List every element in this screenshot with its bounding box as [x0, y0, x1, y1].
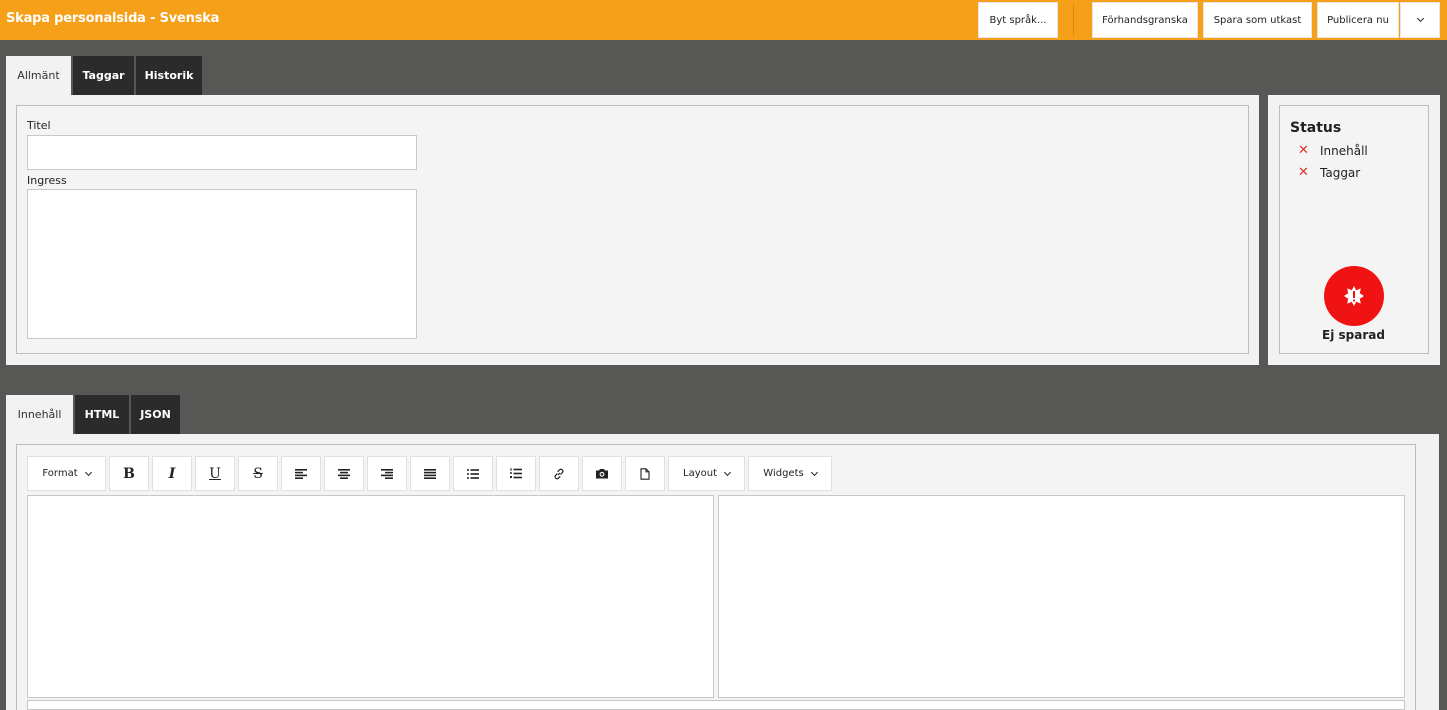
status-item-label: Taggar [1320, 165, 1361, 180]
align-left-icon [295, 468, 307, 479]
ingress-textarea[interactable] [27, 189, 417, 339]
status-heading: Status [1290, 120, 1342, 136]
bullet-list-button[interactable] [453, 456, 493, 491]
layout-label: Layout [683, 468, 717, 479]
numbered-list-button[interactable] [496, 456, 536, 491]
status-box: Status ✕ Innehåll ✕ Taggar Ej sparad [1279, 105, 1429, 354]
save-draft-button[interactable]: Spara som utkast [1203, 2, 1312, 38]
page-title: Skapa personalsida - Svenska [6, 11, 220, 26]
chevron-down-icon [84, 468, 92, 476]
numbered-list-icon [510, 468, 522, 479]
underline-button[interactable]: U [195, 456, 235, 491]
unsaved-label: Ej sparad [1322, 328, 1385, 342]
tab-taggar[interactable]: Taggar [73, 56, 134, 95]
ingress-label: Ingress [27, 174, 67, 187]
publish-options-button[interactable] [1400, 2, 1440, 38]
format-label: Format [42, 468, 78, 479]
align-left-button[interactable] [281, 456, 321, 491]
insert-file-button[interactable] [625, 456, 665, 491]
align-center-icon [338, 468, 350, 479]
status-item-innehall: ✕ Innehåll [1298, 143, 1368, 158]
status-item-label: Innehåll [1320, 143, 1368, 158]
align-justify-icon [424, 468, 436, 479]
align-right-icon [381, 468, 393, 479]
editor-column-left[interactable] [27, 495, 714, 698]
top-bar: Skapa personalsida - Svenska Byt språk..… [0, 0, 1447, 40]
link-icon [554, 468, 564, 479]
bold-button[interactable]: B [109, 456, 149, 491]
general-panel: Titel Ingress [6, 95, 1259, 365]
general-form: Titel Ingress [16, 105, 1249, 354]
file-icon [640, 467, 650, 480]
x-icon: ✕ [1298, 165, 1309, 180]
publish-now-button[interactable]: Publicera nu [1317, 2, 1399, 38]
toolbar-divider [1073, 4, 1074, 36]
layout-dropdown[interactable]: Layout [668, 456, 745, 491]
link-button[interactable] [539, 456, 579, 491]
insert-image-button[interactable] [582, 456, 622, 491]
italic-button[interactable]: I [152, 456, 192, 491]
preview-button[interactable]: Förhandsgranska [1092, 2, 1198, 38]
justify-button[interactable] [410, 456, 450, 491]
widgets-label: Widgets [763, 468, 804, 479]
status-item-taggar: ✕ Taggar [1298, 165, 1360, 180]
align-center-button[interactable] [324, 456, 364, 491]
tab-html[interactable]: HTML [75, 395, 129, 434]
title-label: Titel [27, 119, 51, 132]
tab-historik[interactable]: Historik [136, 56, 202, 95]
align-right-button[interactable] [367, 456, 407, 491]
editor-column-right[interactable] [718, 495, 1405, 698]
chevron-down-icon [723, 468, 732, 476]
status-panel: Status ✕ Innehåll ✕ Taggar Ej sparad [1268, 95, 1440, 365]
chevron-down-icon [810, 468, 818, 476]
unsaved-badge [1324, 266, 1384, 326]
widgets-dropdown[interactable]: Widgets [748, 456, 832, 491]
tab-innehall[interactable]: Innehåll [6, 395, 73, 434]
editor-row-bottom[interactable] [27, 700, 1405, 710]
tab-allmant[interactable]: Allmänt [6, 56, 71, 95]
tab-json[interactable]: JSON [131, 395, 180, 434]
change-language-button[interactable]: Byt språk... [978, 2, 1058, 38]
chevron-down-icon [1416, 14, 1424, 23]
strikethrough-button[interactable]: S [238, 456, 278, 491]
bullet-list-icon [467, 468, 479, 479]
format-dropdown[interactable]: Format [27, 456, 106, 491]
alert-burst-icon [1344, 286, 1364, 306]
x-icon: ✕ [1298, 143, 1309, 158]
camera-icon [596, 469, 608, 479]
title-input[interactable] [27, 135, 417, 170]
